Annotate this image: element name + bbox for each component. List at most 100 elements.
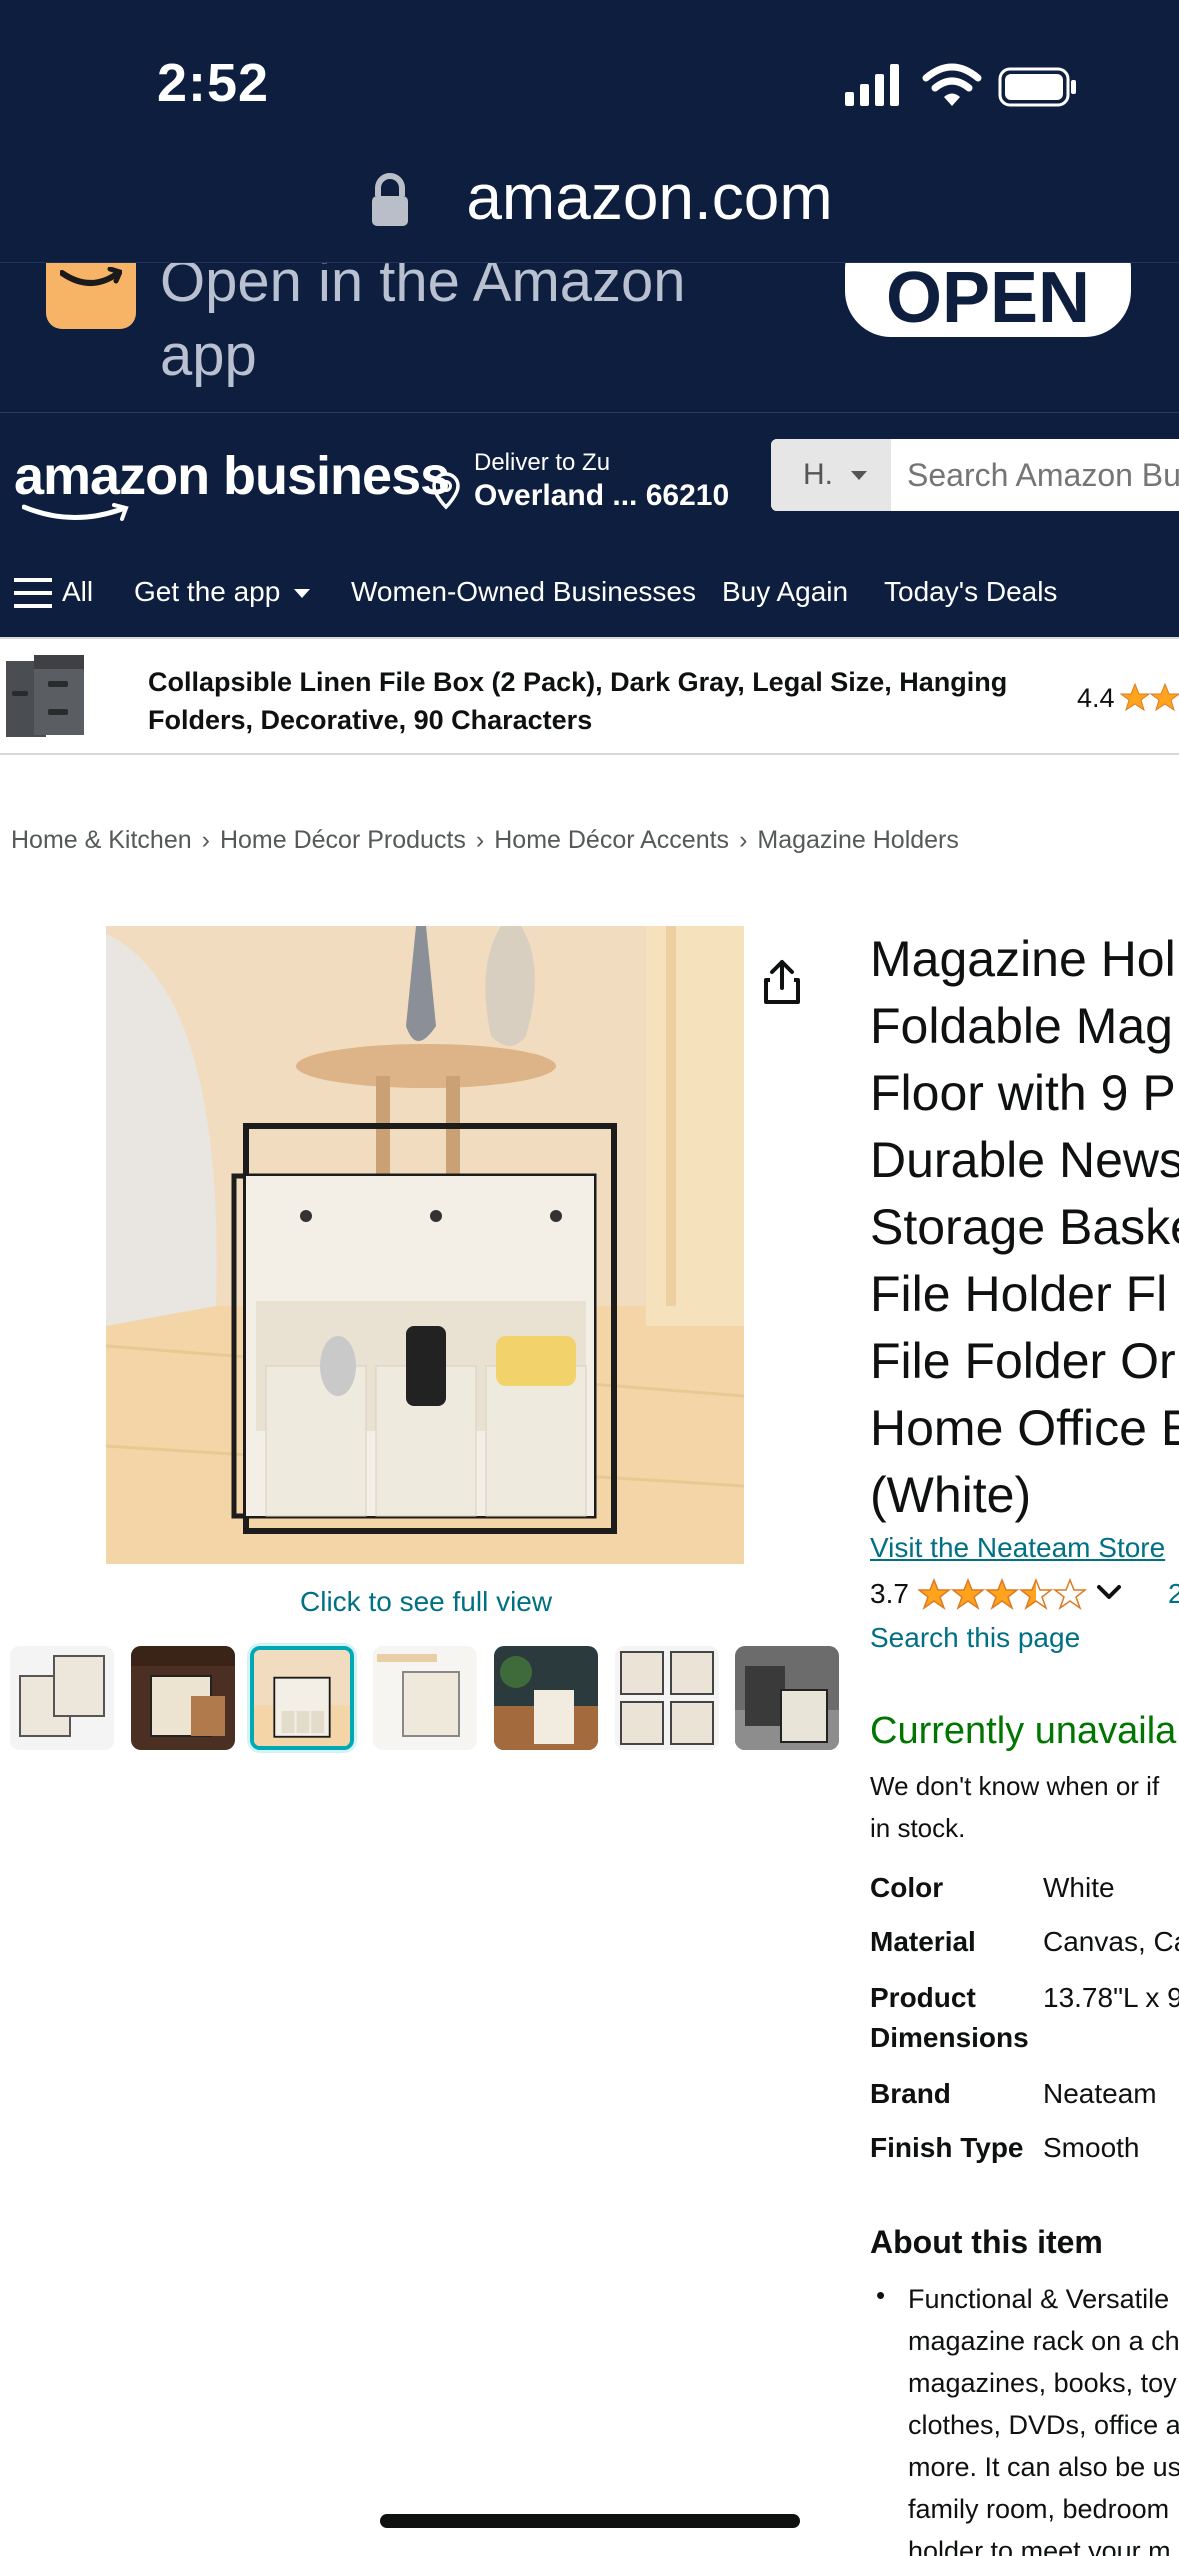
main-product-image[interactable] — [106, 926, 744, 1564]
sponsored-product-strip[interactable]: Collapsible Linen File Box (2 Pack), Dar… — [0, 637, 1179, 755]
thumbnail-image — [10, 1646, 114, 1750]
nav-get-the-app[interactable]: Get the app — [134, 576, 311, 608]
spec-label: Color — [870, 1872, 944, 1903]
spec-label: Brand — [870, 2078, 951, 2109]
title-line: Home Office E — [870, 1400, 1179, 1456]
availability-desc-line2: in stock. — [870, 1813, 966, 1843]
title-line: File Holder Fl — [870, 1266, 1168, 1322]
breadcrumb-home-decor-accents[interactable]: Home Décor Accents — [494, 826, 729, 854]
battery-icon — [998, 67, 1076, 107]
sticky-title-line1: Collapsible Linen File Box (2 Pack), Dar… — [148, 667, 1008, 697]
nav-women-owned-businesses[interactable]: Women-Owned Businesses — [351, 576, 696, 608]
address-bar[interactable]: amazon.com — [0, 160, 1179, 260]
thumbnail-2[interactable] — [131, 1646, 235, 1750]
url-text: amazon.com — [466, 161, 833, 233]
amazon-smile-icon — [60, 267, 122, 286]
nav-get-the-app-label: Get the app — [134, 576, 281, 607]
nav-bar: All Get the app Women-Owned Businesses B… — [0, 550, 1179, 637]
visit-store-link[interactable]: Visit the Neateam Store — [870, 1532, 1165, 1564]
sticky-rating-value: 4.4 — [1077, 683, 1115, 713]
site-header: amazon business Deliver to Zu Overland .… — [0, 412, 1179, 542]
amazon-business-logo[interactable]: amazon business — [14, 445, 450, 507]
location-pin-icon — [432, 472, 460, 510]
spec-value: White — [1043, 1872, 1115, 1903]
wifi-icon — [922, 63, 982, 106]
title-line: File Folder Or — [870, 1333, 1176, 1389]
breadcrumb: Home & Kitchen › Home Décor Products › Home … — [11, 826, 959, 855]
title-line: Floor with 9 P — [870, 1065, 1176, 1121]
image-thumbnails — [10, 1646, 860, 1756]
spec-label: Finish Type — [870, 2132, 1024, 2163]
open-in-app-line1: Open in the Amazon — [160, 262, 686, 314]
spec-value: 13.78"L x 9 — [1043, 1982, 1179, 2013]
full-view-link[interactable]: Click to see full view — [300, 1586, 552, 1618]
availability-desc-line1: We don't know when or if — [870, 1771, 1160, 1801]
thumbnail-image — [494, 1646, 598, 1750]
thumbnail-4[interactable] — [373, 1646, 477, 1750]
thumbnail-image — [735, 1646, 839, 1750]
spec-value: Smooth — [1043, 2132, 1140, 2163]
about-line: magazines, books, toy — [908, 2368, 1177, 2398]
title-line: Durable News — [870, 1132, 1179, 1188]
search-bar: H. — [771, 439, 1179, 511]
about-line: clothes, DVDs, office a — [908, 2410, 1179, 2440]
open-in-app-text: Open in the Amazon app — [160, 262, 740, 393]
thumbnail-5[interactable] — [494, 1646, 598, 1750]
search-this-page-link[interactable]: Search this page — [870, 1622, 1080, 1654]
title-line: (White) — [870, 1467, 1032, 1523]
breadcrumb-home-kitchen[interactable]: Home & Kitchen — [11, 826, 192, 854]
nav-buy-again[interactable]: Buy Again — [722, 576, 848, 608]
breadcrumb-magazine-holders[interactable]: Magazine Holders — [757, 826, 959, 854]
logo-smile-icon — [22, 503, 129, 521]
title-line: Foldable Mag — [870, 998, 1173, 1054]
rating-value: 3.7 — [870, 1578, 909, 1609]
spec-label: Material — [870, 1926, 976, 1957]
title-line: Magazine Hol — [870, 931, 1176, 987]
about-line: Functional & Versatile — [908, 2284, 1170, 2314]
breadcrumb-home-decor-products[interactable]: Home Décor Products — [220, 826, 466, 854]
chevron-right-icon: › — [475, 826, 485, 854]
dropdown-caret-icon — [851, 471, 867, 480]
deliver-to-location[interactable]: Deliver to Zu Overland ... 66210 — [430, 449, 760, 519]
status-time: 2:52 — [157, 53, 270, 113]
thumbnail-image — [615, 1646, 719, 1750]
home-indicator[interactable] — [380, 2514, 800, 2528]
thumbnail-image — [131, 1646, 235, 1750]
availability-status: Currently unavaila — [870, 1710, 1177, 1752]
open-in-app-line2: app — [160, 323, 257, 388]
hamburger-menu-icon[interactable] — [14, 576, 52, 610]
spec-label: Product Dimensions — [870, 1982, 1029, 2053]
thumbnail-1[interactable] — [10, 1646, 114, 1750]
nav-todays-deals[interactable]: Today's Deals — [884, 576, 1057, 608]
thumbnail-3-selected[interactable] — [250, 1646, 354, 1750]
deliver-to-label: Deliver to Zu — [474, 449, 611, 476]
status-bar: 2:52 — [0, 0, 1179, 170]
about-item-text: Functional & Versatile magazine rack on … — [908, 2278, 1179, 2556]
share-icon[interactable] — [762, 958, 802, 1006]
file-box-thumbnail — [6, 655, 84, 737]
about-line: family room, bedroom — [908, 2494, 1170, 2524]
star-rating-icon — [918, 1578, 1088, 1610]
product-rating[interactable]: 3.7 2 — [870, 1576, 1179, 1616]
spec-value: Neateam — [1043, 2078, 1157, 2109]
cellular-signal-icon — [845, 64, 899, 106]
magazine-holder-photo — [106, 926, 744, 1564]
about-this-item-heading: About this item — [870, 2224, 1103, 2260]
thumbnail-image — [373, 1646, 477, 1750]
availability-description: We don't know when or if in stock. — [870, 1765, 1179, 1849]
bullet-icon: • — [876, 2280, 886, 2310]
chevron-down-icon — [294, 589, 311, 599]
thumbnail-6[interactable] — [615, 1646, 719, 1750]
open-app-button[interactable]: OPEN — [845, 263, 1131, 337]
rating-count[interactable]: 2 — [1168, 1578, 1179, 1610]
chevron-down-icon[interactable] — [1096, 1584, 1122, 1602]
thumbnail-7[interactable] — [735, 1646, 839, 1750]
thumbnail-image — [254, 1650, 350, 1746]
chevron-right-icon: › — [201, 826, 210, 854]
about-line: more. It can also be us — [908, 2452, 1179, 2482]
search-department-select[interactable]: H. — [771, 439, 891, 511]
title-line: Storage Baske — [870, 1199, 1179, 1255]
sticky-product-title: Collapsible Linen File Box (2 Pack), Dar… — [148, 663, 1048, 739]
search-input[interactable] — [891, 439, 1179, 511]
nav-all[interactable]: All — [62, 576, 93, 608]
